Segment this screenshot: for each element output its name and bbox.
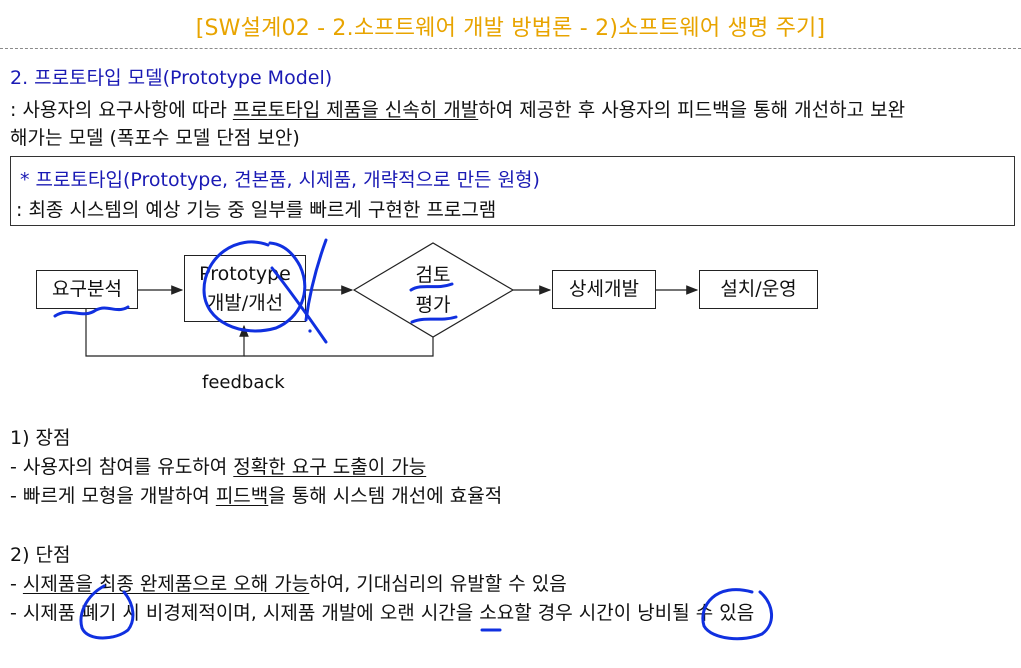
handwritten-annotations [53, 238, 773, 641]
annotation-strike-a [304, 238, 328, 322]
annotation-circle-prototype [202, 240, 307, 333]
annotation-underline-requirements [53, 305, 130, 318]
annotation-strike-b [270, 266, 328, 344]
annotation-underline-review [409, 282, 454, 292]
annotation-underline-evaluation [410, 315, 458, 324]
annotation-circle-discard [79, 584, 135, 640]
annotation-circle-waste [701, 588, 773, 641]
